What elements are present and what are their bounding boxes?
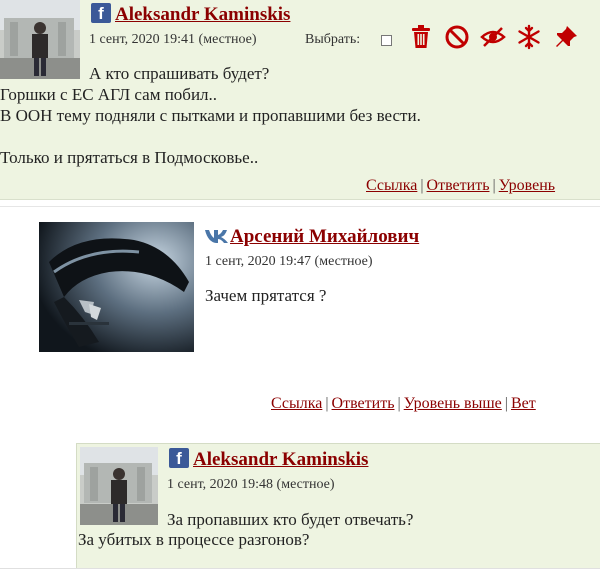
reply-action[interactable]: Ответить bbox=[427, 177, 490, 194]
comment-text-line: Только и прятаться в Подмосковье.. bbox=[0, 148, 259, 167]
vk-icon bbox=[205, 230, 228, 243]
comment-text-line: За убитых в процессе разгонов? bbox=[78, 530, 310, 549]
comment-actions: Ссылка | Ответить | Уровень выше | Вет bbox=[271, 395, 536, 412]
comment-text-line: В ООН тему подняли с пытками и пропавшим… bbox=[0, 106, 421, 125]
branch-action[interactable]: Вет bbox=[511, 395, 536, 412]
hide-eye-icon[interactable] bbox=[480, 24, 506, 50]
comment-date: 1 сент, 2020 19:48 (местное) bbox=[167, 477, 335, 492]
comment-text-line: За пропавших кто будет отвечать? bbox=[167, 510, 414, 529]
avatar[interactable] bbox=[39, 222, 194, 352]
author-name[interactable]: Aleksandr Kaminskis bbox=[193, 449, 368, 471]
avatar[interactable] bbox=[0, 0, 80, 79]
page-bottom-divider bbox=[0, 568, 600, 583]
comment-text-line: А кто спрашивать будет? bbox=[89, 64, 270, 83]
reply-action[interactable]: Ответить bbox=[332, 395, 395, 412]
comment-2: Арсений Михайлович 1 сент, 2020 19:47 (м… bbox=[0, 206, 600, 428]
comment-actions: Ссылка | Ответить | Уровень bbox=[366, 177, 556, 194]
pin-icon[interactable] bbox=[553, 24, 579, 50]
comment-text-line: Горшки с ЕС АГЛ сам побил.. bbox=[0, 85, 218, 104]
comment-text-line: Зачем прятатся ? bbox=[205, 286, 327, 305]
comment-1: f Aleksandr Kaminskis 1 сент, 2020 19:41… bbox=[0, 0, 600, 200]
level-up-action[interactable]: Уровень выше bbox=[404, 395, 502, 412]
comment-date: 1 сент, 2020 19:47 (местное) bbox=[205, 254, 373, 269]
ban-icon[interactable] bbox=[444, 24, 470, 50]
facebook-icon: f bbox=[169, 448, 189, 468]
select-checkbox[interactable] bbox=[381, 35, 392, 46]
comment-3: f Aleksandr Kaminskis 1 сент, 2020 19:48… bbox=[76, 443, 600, 568]
author-name[interactable]: Aleksandr Kaminskis bbox=[115, 4, 290, 26]
level-up-action[interactable]: Уровень bbox=[499, 177, 555, 194]
avatar[interactable] bbox=[80, 447, 158, 525]
link-action[interactable]: Ссылка bbox=[366, 177, 417, 194]
freeze-snowflake-icon[interactable] bbox=[516, 24, 542, 50]
select-label: Выбрать: bbox=[305, 32, 361, 47]
facebook-icon: f bbox=[91, 3, 111, 23]
author-name[interactable]: Арсений Михайлович bbox=[230, 226, 419, 248]
link-action[interactable]: Ссылка bbox=[271, 395, 322, 412]
comment-date: 1 сент, 2020 19:41 (местное) bbox=[89, 32, 257, 47]
trash-icon[interactable] bbox=[408, 24, 434, 50]
